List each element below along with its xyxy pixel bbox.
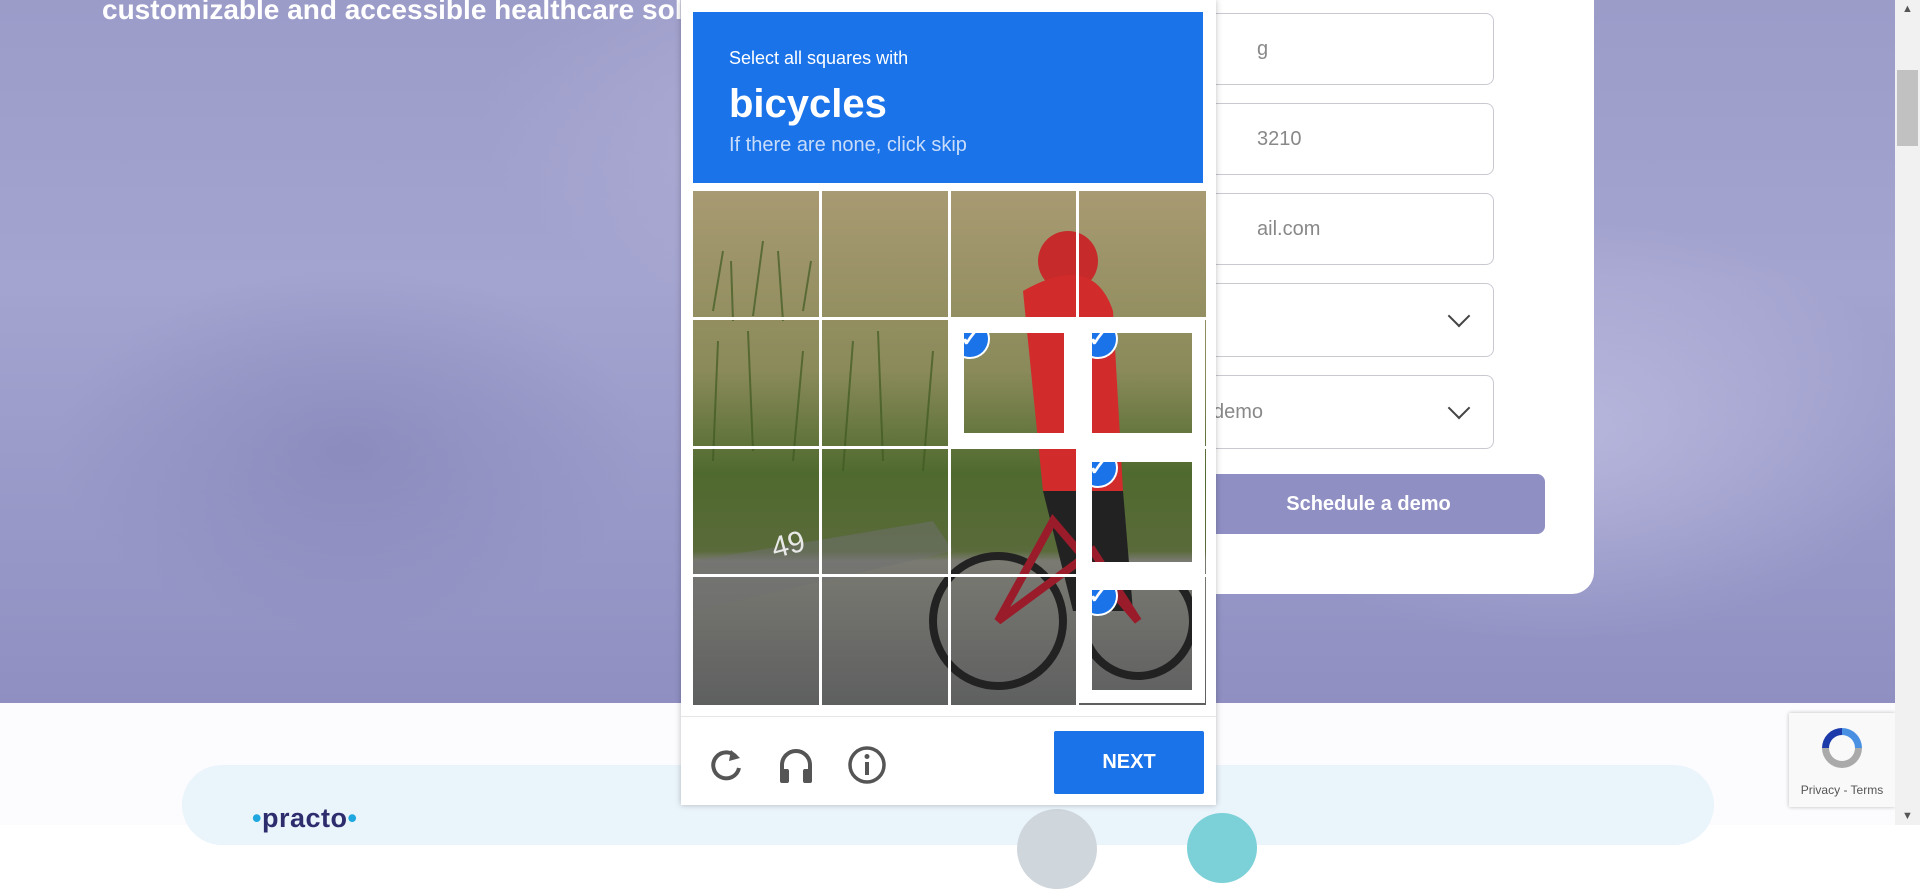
captcha-footer: NEXT (681, 716, 1216, 806)
recaptcha-logo-icon (1822, 728, 1862, 768)
captcha-tile-6[interactable] (822, 320, 948, 446)
captcha-tile-1[interactable] (693, 191, 819, 317)
captcha-prompt-hint: If there are none, click skip (729, 134, 967, 156)
name-field[interactable]: g (1192, 13, 1494, 85)
captcha-tile-13[interactable] (693, 577, 819, 703)
select-field[interactable] (1192, 283, 1494, 357)
captcha-tile-16[interactable]: ✓ (1079, 577, 1205, 703)
captcha-tile-10[interactable] (822, 449, 948, 575)
email-field[interactable]: ail.com (1192, 193, 1494, 265)
hero-heading: customizable and accessible healthcare s… (102, 0, 700, 25)
chevron-down-icon (1447, 304, 1471, 328)
captcha-challenge: Select all squares with bicycles If ther… (681, 0, 1216, 805)
scroll-thumb[interactable] (1897, 70, 1918, 146)
captcha-tile-11[interactable] (951, 449, 1077, 575)
captcha-prompt-small: Select all squares with (729, 48, 909, 68)
info-icon[interactable] (845, 743, 889, 787)
captcha-header: Select all squares with bicycles If ther… (693, 12, 1203, 183)
vertical-scrollbar[interactable]: ▲ ▼ (1895, 0, 1920, 825)
checkmark-icon: ✓ (1092, 590, 1116, 614)
checkmark-icon: ✓ (964, 333, 988, 357)
captcha-tile-9[interactable] (693, 449, 819, 575)
audio-headphones-icon[interactable] (774, 743, 818, 787)
captcha-tile-4[interactable] (1079, 191, 1205, 317)
captcha-prompt-target: bicycles (729, 82, 887, 126)
checkmark-icon: ✓ (1092, 333, 1116, 357)
chevron-down-icon (1447, 396, 1471, 420)
practo-logo: •practo• (252, 803, 358, 833)
avatar-decoration (1017, 809, 1097, 889)
phone-field[interactable]: 3210 (1192, 103, 1494, 175)
schedule-demo-button[interactable]: Schedule a demo (1192, 474, 1545, 534)
captcha-tile-5[interactable] (693, 320, 819, 446)
captcha-tile-14[interactable] (822, 577, 948, 703)
captcha-tile-15[interactable] (951, 577, 1077, 703)
captcha-tile-8[interactable]: ✓ (1079, 320, 1205, 446)
scroll-up-arrow-icon[interactable]: ▲ (1895, 0, 1920, 18)
captcha-tile-12[interactable]: ✓ (1079, 449, 1205, 575)
captcha-tile-7[interactable]: ✓ (951, 320, 1077, 446)
teal-decoration (1187, 813, 1257, 883)
captcha-tile-2[interactable] (822, 191, 948, 317)
recaptcha-badge[interactable]: Privacy - Terms (1789, 713, 1895, 807)
captcha-tile-3[interactable] (951, 191, 1077, 317)
demo-form-card: g 3210 ail.com demo Schedule a demo (1150, 0, 1594, 594)
demo-type-select[interactable]: demo (1192, 375, 1494, 449)
checkmark-icon: ✓ (1092, 462, 1116, 486)
next-button[interactable]: NEXT (1054, 731, 1204, 794)
reload-icon[interactable] (704, 743, 748, 787)
privacy-terms-text[interactable]: Privacy - Terms (1789, 783, 1895, 797)
captcha-image-grid: 49 ✓ ✓ ✓ ✓ (693, 191, 1206, 705)
scroll-down-arrow-icon[interactable]: ▼ (1895, 807, 1920, 825)
